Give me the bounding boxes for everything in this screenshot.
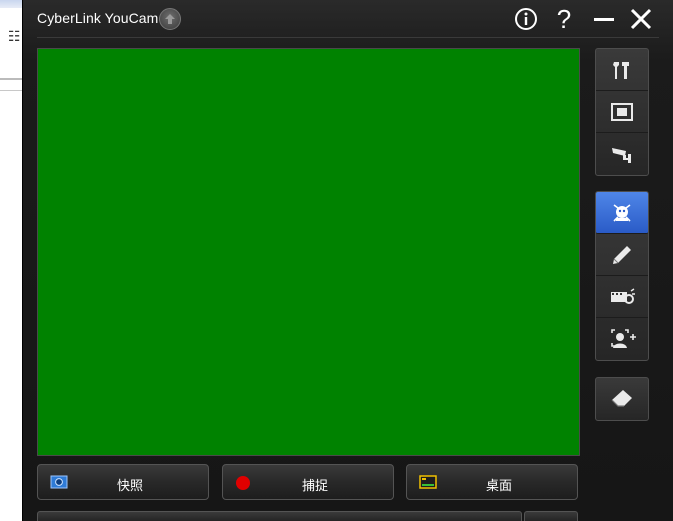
fullscreen-icon <box>611 103 633 121</box>
surveillance-button[interactable] <box>596 133 648 175</box>
minimize-icon <box>594 18 614 21</box>
eraser-icon <box>611 390 632 407</box>
minimize-button[interactable] <box>589 4 619 34</box>
window-title: CyberLink YouCam <box>37 10 159 26</box>
draw-button[interactable] <box>596 234 648 276</box>
grid-icon: ☷ <box>8 29 21 45</box>
capture-button[interactable]: 捕捉 <box>222 464 394 500</box>
arrow-up-icon <box>165 14 175 24</box>
bottom-panel-right <box>524 511 578 521</box>
divider <box>0 90 22 91</box>
info-button[interactable] <box>511 4 541 34</box>
effects-button[interactable] <box>596 192 648 234</box>
upgrade-button[interactable] <box>159 8 181 30</box>
scene-filmstrip-icon <box>611 288 635 304</box>
avatar-effect-icon <box>613 204 631 222</box>
capture-label: 捕捉 <box>301 479 328 494</box>
info-icon <box>515 8 537 30</box>
youcam-window: CyberLink YouCam ? 快照 捕捉 桌面 <box>22 0 673 521</box>
desktop-left-panel: ☷ <box>0 8 23 521</box>
face-tracking-button[interactable] <box>596 318 648 360</box>
camera-preview <box>37 48 580 456</box>
side-toolbar-eraser <box>595 377 649 421</box>
close-button[interactable] <box>626 4 656 34</box>
eraser-button[interactable] <box>596 378 648 420</box>
snapshot-label: 快照 <box>116 479 143 494</box>
bottom-panel <box>37 511 522 521</box>
settings-button[interactable] <box>596 49 648 91</box>
fullscreen-button[interactable] <box>596 91 648 133</box>
tools-icon <box>613 62 629 79</box>
desktop-button[interactable]: 桌面 <box>406 464 578 500</box>
help-button[interactable]: ? <box>549 4 579 34</box>
desktop-label: 桌面 <box>485 479 512 494</box>
face-add-icon <box>611 329 636 348</box>
title-separator <box>37 37 659 38</box>
security-camera-icon <box>612 148 631 163</box>
close-icon <box>630 8 652 30</box>
wave-decoration <box>0 64 22 80</box>
side-toolbar-effects <box>595 191 649 361</box>
pencil-icon <box>613 246 631 264</box>
scenes-button[interactable] <box>596 276 648 318</box>
snapshot-button[interactable]: 快照 <box>37 464 209 500</box>
title-bar[interactable]: CyberLink YouCam ? <box>23 0 673 38</box>
side-toolbar-top <box>595 48 649 176</box>
